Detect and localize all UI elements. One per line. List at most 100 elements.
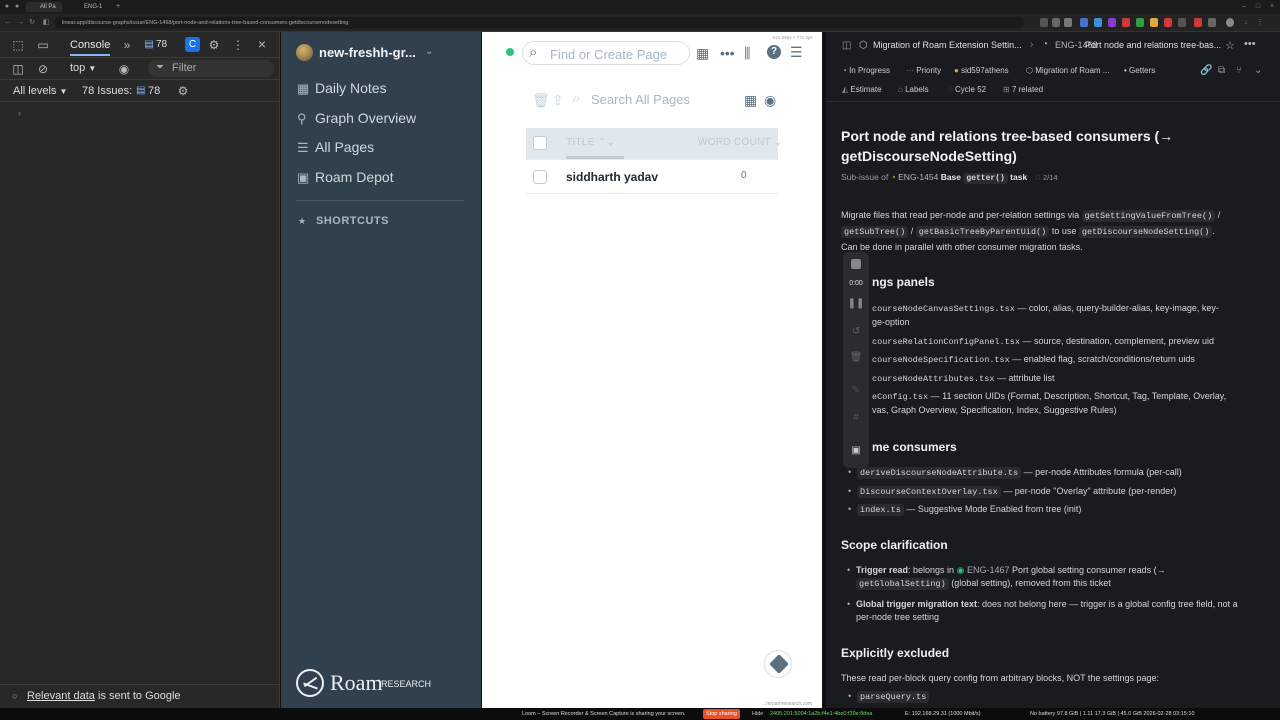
new-tab-icon[interactable]: + (114, 3, 122, 11)
extension-icon[interactable] (1094, 18, 1102, 27)
stop-sharing-button[interactable]: Stop sharing (703, 709, 740, 719)
draw-icon[interactable]: ✎ (843, 385, 869, 396)
parent-issue-title-end[interactable]: task (1010, 172, 1027, 182)
estimate-chip[interactable]: ◭ Estimate (838, 82, 886, 98)
browser-menu-icon[interactable]: ⋮ (1256, 19, 1264, 27)
breadcrumb-issue-title[interactable]: Port node and relations tree-bas... (1085, 40, 1221, 50)
find-or-create-input[interactable]: ⌕ Find or Create Page (522, 41, 690, 65)
row-checkbox[interactable] (533, 170, 547, 184)
parent-issue-title[interactable]: Base (941, 172, 961, 182)
daily-notes-calendar-icon[interactable]: ▦ (696, 45, 709, 61)
more-horizontal-icon[interactable]: ••• (720, 45, 735, 61)
tab-all-pages[interactable]: All Pa (26, 2, 62, 12)
reload-icon[interactable]: ↻ (28, 19, 36, 27)
extension-icon[interactable] (1108, 18, 1116, 27)
close-window-icon[interactable]: × (1268, 3, 1276, 11)
console-settings-gear-icon[interactable]: ⚙ (175, 84, 191, 98)
extension-icon[interactable] (1208, 18, 1216, 27)
graph-name[interactable]: new-freshh-gr... (319, 45, 416, 60)
issues-badge[interactable]: 78 (156, 39, 167, 50)
priority-chip[interactable]: ··· Priority (902, 63, 945, 79)
eye-icon[interactable]: ◉ (116, 62, 132, 76)
labels-chip[interactable]: ⌂ Labels (894, 82, 933, 98)
window-menu-icon[interactable]: ● (3, 3, 11, 11)
issue-mention-title[interactable]: Port global setting consumer reads (→ (1012, 565, 1166, 575)
breadcrumb-parent[interactable]: Migration of Roam Extension Settin... (873, 40, 1022, 50)
copy-icon[interactable]: ⧉ (1218, 65, 1225, 76)
graph-avatar[interactable] (296, 44, 313, 61)
favorite-star-icon[interactable]: ☆ (1225, 39, 1235, 52)
upload-icon[interactable]: ⇪ (552, 92, 564, 108)
filter-input[interactable]: ⏷ Filter (148, 60, 274, 77)
extension-icon[interactable] (1194, 18, 1202, 27)
project-chip[interactable]: ⬡ Migration of Roam ... (1022, 63, 1113, 79)
device-toolbar-icon[interactable]: ▭ (35, 38, 51, 52)
help-icon[interactable]: ? (767, 45, 781, 59)
chevron-down-icon[interactable]: ⌄ (425, 46, 433, 57)
link-icon[interactable]: 🔗 (1200, 65, 1212, 76)
issues-message-icon[interactable]: ▤ (136, 85, 145, 96)
maximize-icon[interactable]: □ (1254, 3, 1262, 11)
stop-recording-icon[interactable] (851, 259, 861, 269)
levels-select[interactable]: All levels ▼ (13, 85, 67, 97)
tab-console[interactable]: Console (70, 39, 111, 56)
issue-title-line1[interactable]: Port node and relations tree-based consu… (841, 128, 1173, 144)
extension-icon[interactable] (1064, 18, 1072, 27)
restart-icon[interactable]: ↺ (843, 326, 869, 337)
relevant-data-link[interactable]: Relevant data (27, 690, 95, 702)
column-resize-bar[interactable] (566, 156, 624, 159)
column-title[interactable]: TITLE ⌃⌄ (566, 137, 615, 148)
site-info-icon[interactable]: ◧ (42, 19, 50, 27)
right-sidebar-icon[interactable]: ⫼ (744, 45, 750, 61)
related-chip[interactable]: ⊞ 7 related (999, 82, 1047, 98)
parent-issue-code[interactable]: getter() (963, 173, 1008, 184)
issue-title-line2[interactable]: getDiscourseNodeSetting) (841, 148, 1017, 164)
issues-count[interactable]: 78 (148, 85, 160, 97)
label-chip[interactable]: • Getters (1120, 63, 1159, 79)
sidebar-item-roam-depot[interactable]: ▣ Roam Depot (297, 166, 394, 188)
context-select[interactable]: top ▼ (70, 62, 96, 74)
tab-eng[interactable]: ENG-1 (70, 2, 110, 12)
extension-icon[interactable] (1164, 18, 1172, 27)
sidebar-item-all-pages[interactable]: ☰ All Pages (297, 136, 374, 158)
select-all-checkbox[interactable] (533, 136, 547, 150)
column-word-count[interactable]: WORD COUNT ⌄ (698, 137, 783, 148)
extension-icon[interactable] (1052, 18, 1060, 27)
extension-icon[interactable] (1122, 18, 1130, 27)
extension-devtools-icon[interactable]: C (185, 37, 200, 52)
table-row[interactable]: siddharth yadav 0 (526, 162, 778, 194)
git-branch-button[interactable] (764, 650, 792, 678)
more-options-icon[interactable]: ••• (1244, 38, 1256, 50)
extension-icon[interactable] (1040, 18, 1048, 27)
window-dot-icon[interactable]: ● (13, 3, 21, 11)
close-devtools-icon[interactable]: × (254, 37, 270, 51)
issue-mention-id[interactable]: ENG-1467 (967, 565, 1010, 575)
kebab-menu-icon[interactable]: ⋮ (230, 38, 246, 52)
pause-icon[interactable]: ❚❚ (843, 298, 869, 309)
expand-chevron-icon[interactable]: › (18, 108, 21, 118)
minimize-icon[interactable]: – (1240, 3, 1248, 11)
issues-message-icon[interactable]: ▤ (143, 38, 155, 52)
grid-icon[interactable]: # (843, 412, 869, 423)
sidebar-toggle-icon[interactable]: ◫ (10, 62, 26, 76)
sidebar-item-daily-notes[interactable]: ▦ Daily Notes (297, 77, 387, 99)
profile-icon[interactable] (1226, 18, 1234, 27)
cycle-chip[interactable]: ◌ Cycle 52 (944, 82, 990, 98)
extension-icon[interactable] (1080, 18, 1088, 27)
calendar-filter-icon[interactable]: ▦ (744, 92, 757, 108)
sidebar-item-graph-overview[interactable]: ⚲ Graph Overview (297, 107, 416, 129)
settings-gear-icon[interactable]: ⚙ (206, 38, 222, 52)
status-chip[interactable]: ◔ In Progress (838, 63, 894, 79)
parent-issue-id[interactable]: ENG-1454 (898, 172, 938, 182)
eye-icon[interactable]: ◉ (764, 92, 776, 108)
clear-console-icon[interactable]: ⊘ (35, 62, 51, 76)
assignee-chip[interactable]: ● sid597athens (950, 63, 1013, 79)
inspect-element-icon[interactable]: ⬚ (10, 38, 26, 52)
trash-icon[interactable]: 🗑 (532, 92, 550, 108)
downloads-icon[interactable]: ↓ (1242, 19, 1250, 27)
extension-icon[interactable] (1136, 18, 1144, 27)
search-all-pages-input[interactable]: Search All Pages (591, 92, 690, 107)
back-icon[interactable]: ← (4, 19, 12, 27)
extension-icon[interactable] (1150, 18, 1158, 27)
more-tabs-icon[interactable]: » (119, 38, 135, 52)
